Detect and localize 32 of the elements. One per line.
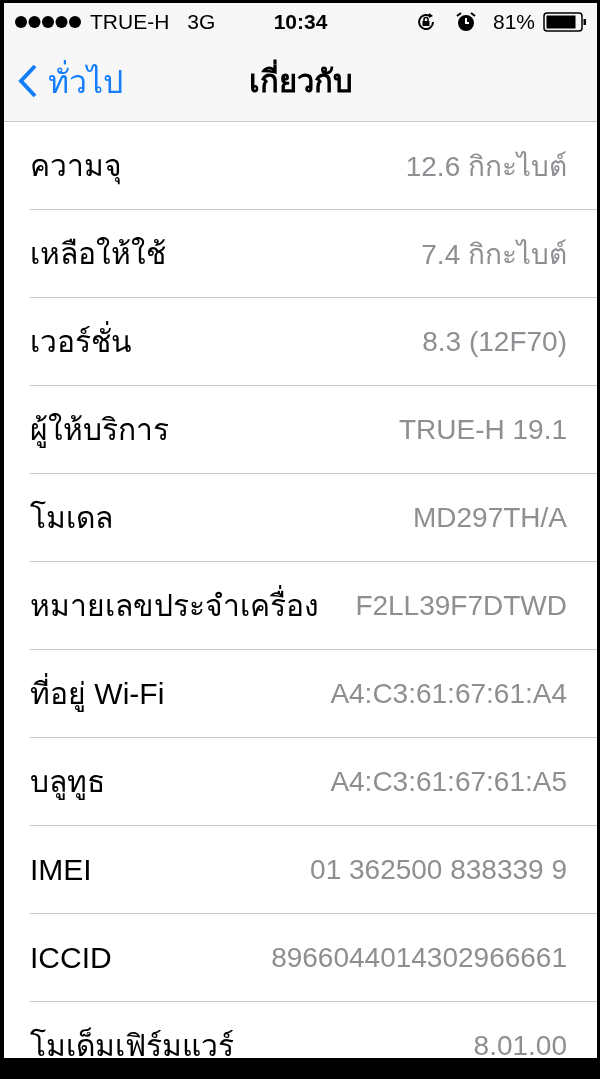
row-label: โมเดล [30,499,113,536]
row-label: ICCID [30,940,112,975]
row-value: A4:C3:61:67:61:A5 [330,765,567,798]
back-button[interactable]: ทั่วไป [4,55,123,107]
row-label: ความจุ [30,142,122,189]
row-label: หมายเลขประจำเครื่อง [30,582,319,629]
row-value: 7.4 กิกะไบต์ [421,237,567,272]
row-value: 01 362500 838339 9 [310,853,567,886]
network-type: 3G [187,10,216,34]
row-value: MD297TH/A [412,501,567,534]
alarm-clock-icon [454,11,477,33]
row-label: เหลือให้ใช้ [30,236,166,272]
row-value: 8.01.00 [473,1029,567,1058]
signal-icon [14,15,82,29]
row-label: เวอร์ชั่น [30,318,132,365]
row-label: IMEI [30,852,92,887]
status-time: 10:34 [273,10,328,34]
battery-icon [543,12,587,32]
carrier-name: TRUE-H [90,10,170,34]
row-value: 12.6 กิกะไบต์ [405,149,567,184]
page-title: เกี่ยวกับ [248,56,353,106]
row-value: F2LL39F7DTWD [355,589,567,622]
row-value: 8.3 (12F70) [422,325,567,358]
row-value: TRUE-H 19.1 [398,413,567,446]
row-label: ที่อยู่ Wi-Fi [30,670,165,717]
chevron-left-icon [18,64,38,98]
row-value: 8966044014302966661 [271,941,567,974]
row-label: บลูทูธ [30,764,105,802]
row-label: โมเด็มเฟิร์มแวร์ [30,1026,234,1058]
battery-percentage: 81% [492,10,535,34]
row-value: A4:C3:61:67:61:A4 [330,677,567,710]
row-label: ผู้ให้บริการ [30,412,169,450]
